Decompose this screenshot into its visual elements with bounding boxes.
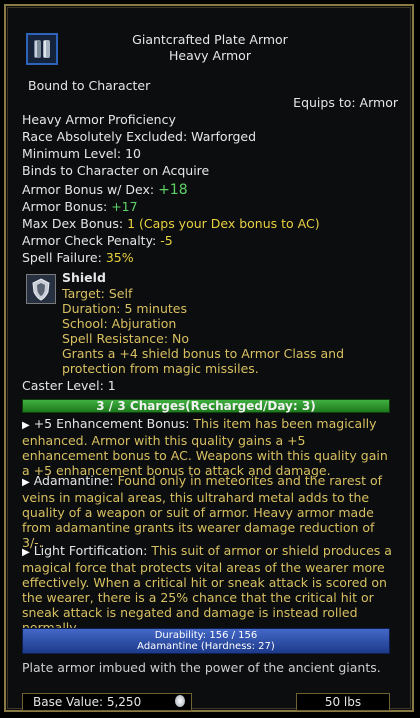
flavor-text: Plate armor imbued with the power of the… bbox=[22, 660, 381, 675]
spell-name: Shield bbox=[62, 270, 106, 285]
armor-bonus-dex-row: Armor Bonus w/ Dex: +18 bbox=[22, 182, 188, 198]
weight-box: 50 lbs bbox=[296, 693, 390, 711]
enchantment-name: +5 Enhancement Bonus: bbox=[33, 416, 190, 431]
spell-failure-row: Spell Failure: 35% bbox=[22, 250, 134, 265]
enchantment-1: ▶ Adamantine: Found only in meteorites a… bbox=[22, 473, 394, 550]
armor-bonus-row: Armor Bonus: +17 bbox=[22, 199, 138, 214]
durability-bar: Durability: 156 / 156 Adamantine (Hardne… bbox=[22, 628, 390, 654]
shield-spell-icon bbox=[26, 274, 56, 304]
check-penalty-label: Armor Check Penalty: bbox=[22, 233, 157, 248]
armor-bonus-dex-label: Armor Bonus w/ Dex: bbox=[22, 182, 155, 197]
max-dex-label: Max Dex Bonus: bbox=[22, 216, 124, 231]
charges-text: 3 / 3 Charges(Recharged/Day: 3) bbox=[96, 399, 316, 413]
bound-status: Bound to Character bbox=[28, 78, 151, 93]
durability-text: Durability: 156 / 156 bbox=[154, 630, 258, 641]
spell-resistance: Spell Resistance: No bbox=[62, 331, 190, 346]
charges-bar: 3 / 3 Charges(Recharged/Day: 3) bbox=[22, 399, 390, 413]
base-value-box: Base Value: 5,250 bbox=[22, 693, 192, 711]
max-dex-row: Max Dex Bonus: 1 (Caps your Dex bonus to… bbox=[22, 216, 320, 231]
spell-failure-value: 35% bbox=[105, 250, 134, 265]
bullet-icon: ▶ bbox=[22, 547, 30, 558]
proficiency-requirement: Heavy Armor Proficiency bbox=[22, 112, 176, 127]
bullet-icon: ▶ bbox=[22, 477, 30, 488]
base-value: Base Value: 5,250 bbox=[33, 695, 142, 709]
bind-rule: Binds to Character on Acquire bbox=[22, 163, 210, 178]
bullet-icon: ▶ bbox=[22, 420, 30, 431]
caster-level: Caster Level: 1 bbox=[22, 378, 116, 393]
armor-bonus-dex-value: +18 bbox=[158, 182, 188, 198]
item-name: Giantcrafted Plate Armor bbox=[132, 32, 288, 47]
armor-bonus-value: +17 bbox=[111, 199, 138, 214]
platinum-coin-icon bbox=[175, 695, 185, 707]
race-restriction: Race Absolutely Excluded: Warforged bbox=[22, 129, 257, 144]
item-type: Heavy Armor bbox=[169, 48, 251, 63]
weight: 50 lbs bbox=[324, 695, 362, 709]
material-text: Adamantine (Hardness: 27) bbox=[137, 641, 275, 652]
max-dex-value: 1 (Caps your Dex bonus to AC) bbox=[127, 216, 320, 231]
equip-slot: Equips to: Armor bbox=[293, 95, 398, 110]
enchantment-0: ▶ +5 Enhancement Bonus: This item has be… bbox=[22, 416, 394, 478]
enchantment-2: ▶ Light Fortification: This suit of armo… bbox=[22, 543, 394, 635]
check-penalty-row: Armor Check Penalty: -5 bbox=[22, 233, 173, 248]
minimum-level: Minimum Level: 10 bbox=[22, 146, 141, 161]
armor-bonus-label: Armor Bonus: bbox=[22, 199, 108, 214]
spell-description: Grants a +4 shield bonus to Armor Class … bbox=[62, 346, 345, 376]
enchantment-name: Light Fortification: bbox=[33, 543, 148, 558]
spell-duration: Duration: 5 minutes bbox=[62, 301, 187, 316]
spell-school: School: Abjuration bbox=[62, 316, 177, 331]
enchantment-name: Adamantine: bbox=[33, 473, 114, 488]
spell-failure-label: Spell Failure: bbox=[22, 250, 102, 265]
spell-target: Target: Self bbox=[62, 286, 133, 301]
check-penalty-value: -5 bbox=[160, 233, 173, 248]
